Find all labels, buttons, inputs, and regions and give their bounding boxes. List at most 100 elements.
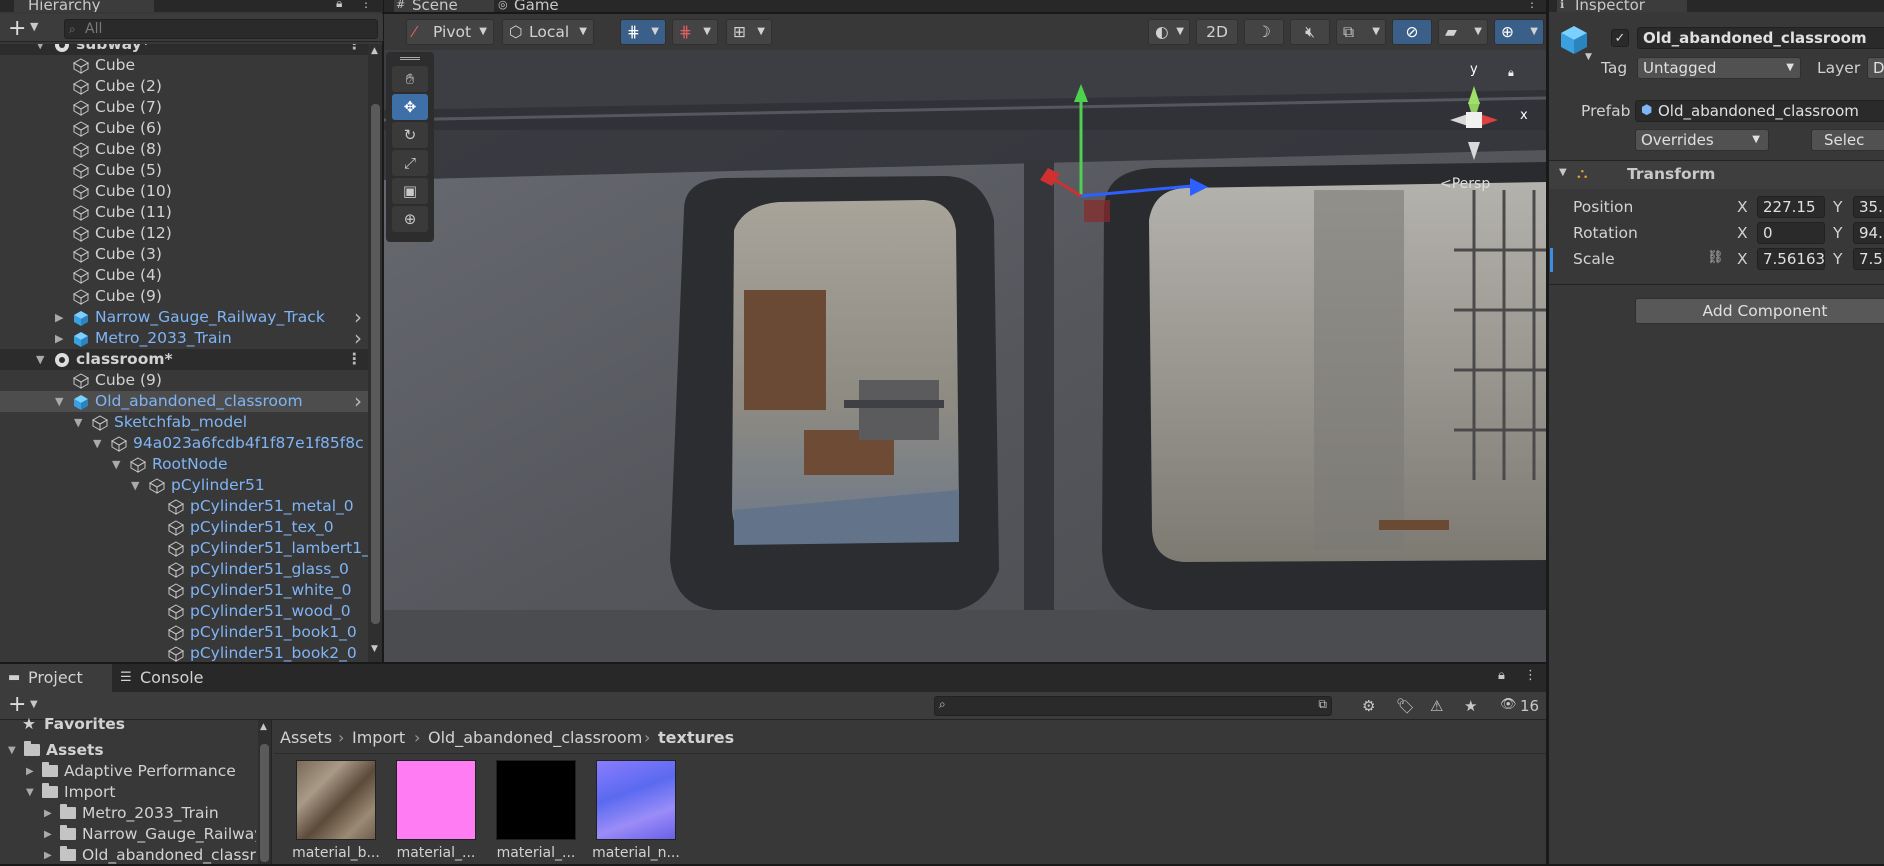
2d-toggle[interactable]: 2D xyxy=(1196,19,1238,45)
hierarchy-row[interactable]: ▼ pCylinder51 xyxy=(0,475,368,496)
hierarchy-row[interactable]: pCylinder51_white_0 xyxy=(0,580,368,601)
hierarchy-row[interactable]: Cube (9) xyxy=(0,370,368,391)
audio-toggle[interactable]: 🔇︎ xyxy=(1290,19,1330,45)
tag-dropdown[interactable]: Untagged ▼ xyxy=(1637,57,1801,79)
shading-mode-dropdown[interactable]: ◐ ▼ xyxy=(1148,19,1190,45)
project-folder-item[interactable]: ▶ Adaptive Performance xyxy=(0,761,256,782)
hierarchy-row[interactable]: Cube xyxy=(0,55,368,76)
collapse-arrow-icon[interactable]: ▼ xyxy=(55,391,63,412)
prefab-open-arrow-icon[interactable]: › xyxy=(354,307,362,328)
expand-arrow-icon[interactable]: ▶ xyxy=(44,845,52,866)
object-name-field[interactable]: Old_abandoned_classroom xyxy=(1637,27,1884,49)
transform-tool-button[interactable]: ⊕ xyxy=(392,206,428,232)
local-dropdown[interactable]: ⬡ Local ▼ xyxy=(502,19,594,45)
hierarchy-row[interactable]: ▼ RootNode xyxy=(0,454,368,475)
hierarchy-row[interactable]: ▶ Metro_2033_Train › xyxy=(0,328,368,349)
more-menu-icon[interactable]: ⋮ xyxy=(347,44,363,55)
expand-arrow-icon[interactable]: ▶ xyxy=(55,328,63,349)
project-search-input[interactable]: ⌕ ⧉ xyxy=(934,696,1332,716)
collapse-arrow-icon[interactable]: ▼ xyxy=(112,454,120,475)
prefab-open-arrow-icon[interactable]: › xyxy=(354,391,362,412)
texture-thumbnail[interactable] xyxy=(396,760,476,840)
hierarchy-row[interactable]: Cube (12) xyxy=(0,223,368,244)
project-folder-item[interactable]: ▶ Narrow_Gauge_Railway xyxy=(0,824,256,845)
texture-thumbnail[interactable] xyxy=(496,760,576,840)
add-component-button[interactable]: Add Component xyxy=(1635,298,1884,324)
hierarchy-row[interactable]: Cube (4) xyxy=(0,265,368,286)
scale-y-field[interactable]: 7.5 xyxy=(1853,248,1884,270)
hand-tool-button[interactable]: ✋︎ xyxy=(392,66,428,92)
position-y-field[interactable]: 35. xyxy=(1853,196,1884,218)
rect-tool-button[interactable]: ▣ xyxy=(392,178,428,204)
hierarchy-row[interactable]: ▼ 94a023a6fcdb4f1f87e1f85f8c xyxy=(0,433,368,454)
lock-icon[interactable]: 🔒︎ xyxy=(336,0,342,11)
scroll-up-icon[interactable]: ▲ xyxy=(371,46,378,56)
texture-thumbnail[interactable] xyxy=(596,760,676,840)
scroll-down-icon[interactable]: ▼ xyxy=(371,644,378,654)
camera-dropdown[interactable]: ▰ ▼ xyxy=(1438,19,1488,45)
scene-row[interactable]: ▼ classroom* ⋮ xyxy=(0,349,368,370)
lock-icon[interactable]: 🔒︎ xyxy=(1498,668,1505,683)
hierarchy-row[interactable]: ▼ Old_abandoned_classroom › xyxy=(0,391,368,412)
hierarchy-row[interactable]: pCylinder51_lambert1_ xyxy=(0,538,368,559)
align-toggle[interactable]: ⊞ ▼ xyxy=(726,19,772,45)
hierarchy-row[interactable]: Cube (8) xyxy=(0,139,368,160)
perspective-label[interactable]: <Persp xyxy=(1440,176,1490,192)
scene-row[interactable]: ▼ subway* ⋮ xyxy=(0,44,368,55)
project-folder-item[interactable]: ▶ Metro_2033_Train xyxy=(0,803,256,824)
hierarchy-row[interactable]: Cube (9) xyxy=(0,286,368,307)
more-menu-icon[interactable]: ⋮ xyxy=(1526,0,1538,10)
search-filter-type-icon[interactable]: ⚙ xyxy=(1362,697,1375,715)
tab-hierarchy[interactable]: Hierarchy xyxy=(14,0,154,12)
expand-arrow-icon[interactable]: ▶ xyxy=(26,761,34,782)
project-folder-item[interactable]: ▶ Old_abandoned_classr xyxy=(0,845,256,866)
hierarchy-row[interactable]: Cube (2) xyxy=(0,76,368,97)
collapse-arrow-icon[interactable]: ▼ xyxy=(74,412,82,433)
collapse-arrow-icon[interactable]: ▼ xyxy=(36,349,44,370)
expand-arrow-icon[interactable]: ▶ xyxy=(44,824,52,845)
transform-header[interactable]: ▼ ⛬ Transform xyxy=(1549,161,1884,189)
hidden-packages-icon[interactable]: 👁︎ xyxy=(1500,697,1517,712)
active-checkbox[interactable]: ✓ xyxy=(1611,29,1629,47)
hierarchy-row[interactable]: ▼ Sketchfab_model xyxy=(0,412,368,433)
chevron-down-icon[interactable]: ▼ xyxy=(30,20,38,33)
expand-arrow-icon[interactable]: ▶ xyxy=(44,803,52,824)
hierarchy-row[interactable]: ▶ Narrow_Gauge_Railway_Track › xyxy=(0,307,368,328)
hierarchy-row[interactable]: Cube (11) xyxy=(0,202,368,223)
increment-snap-toggle[interactable]: ⋕ ▼ xyxy=(672,19,718,45)
texture-thumbnail[interactable] xyxy=(296,760,376,840)
hierarchy-row[interactable]: Cube (3) xyxy=(0,244,368,265)
favorites-item[interactable]: ★ Favorites xyxy=(8,714,248,735)
scrollbar-thumb[interactable] xyxy=(371,104,380,624)
overrides-dropdown[interactable]: Overrides ▼ xyxy=(1635,129,1769,151)
chevron-down-icon[interactable]: ▼ xyxy=(1585,52,1592,62)
rotate-tool-button[interactable]: ↻ xyxy=(392,122,428,148)
pivot-dropdown[interactable]: ⁄ Pivot ▼ xyxy=(406,19,494,45)
breadcrumb-item[interactable]: Assets xyxy=(280,728,332,747)
layer-dropdown[interactable]: D xyxy=(1867,57,1884,79)
hierarchy-search-input[interactable]: ⌕ All xyxy=(64,19,378,39)
prefab-open-arrow-icon[interactable]: › xyxy=(354,328,362,349)
breadcrumb-item[interactable]: Import xyxy=(352,728,405,747)
position-x-field[interactable]: 227.15 xyxy=(1757,196,1825,218)
expand-arrow-icon[interactable]: ▶ xyxy=(55,307,63,328)
hierarchy-row[interactable]: Cube (5) xyxy=(0,160,368,181)
scene-visibility-toggle[interactable]: ⊘ xyxy=(1392,19,1432,45)
prefab-asset-field[interactable]: ⬢ Old_abandoned_classroom xyxy=(1635,100,1884,122)
scale-x-field[interactable]: 7.56163 xyxy=(1757,248,1825,270)
tab-inspector[interactable]: ℹ Inspector xyxy=(1557,0,1687,12)
effects-dropdown[interactable]: ⧉ ▼ xyxy=(1336,19,1386,45)
breadcrumb-item[interactable]: Old_abandoned_classroom xyxy=(428,728,642,747)
breadcrumb-item[interactable]: textures xyxy=(658,728,734,747)
scroll-up-icon[interactable]: ▲ xyxy=(260,722,267,732)
select-button[interactable]: Selec xyxy=(1811,129,1884,151)
hierarchy-row[interactable]: pCylinder51_tex_0 xyxy=(0,517,368,538)
expand-arrow-icon[interactable]: ▼ xyxy=(8,740,16,761)
search-by-type-icon[interactable]: ⧉ xyxy=(1318,697,1327,712)
move-tool-button[interactable]: ✥ xyxy=(392,94,428,120)
collapse-arrow-icon[interactable]: ▼ xyxy=(93,433,101,454)
tab-scene[interactable]: # Scene xyxy=(394,0,494,12)
project-folder-item[interactable]: ▼ Import xyxy=(0,782,256,803)
hierarchy-row[interactable]: pCylinder51_book1_0 xyxy=(0,622,368,643)
scale-tool-button[interactable]: ⤢ xyxy=(392,150,428,176)
